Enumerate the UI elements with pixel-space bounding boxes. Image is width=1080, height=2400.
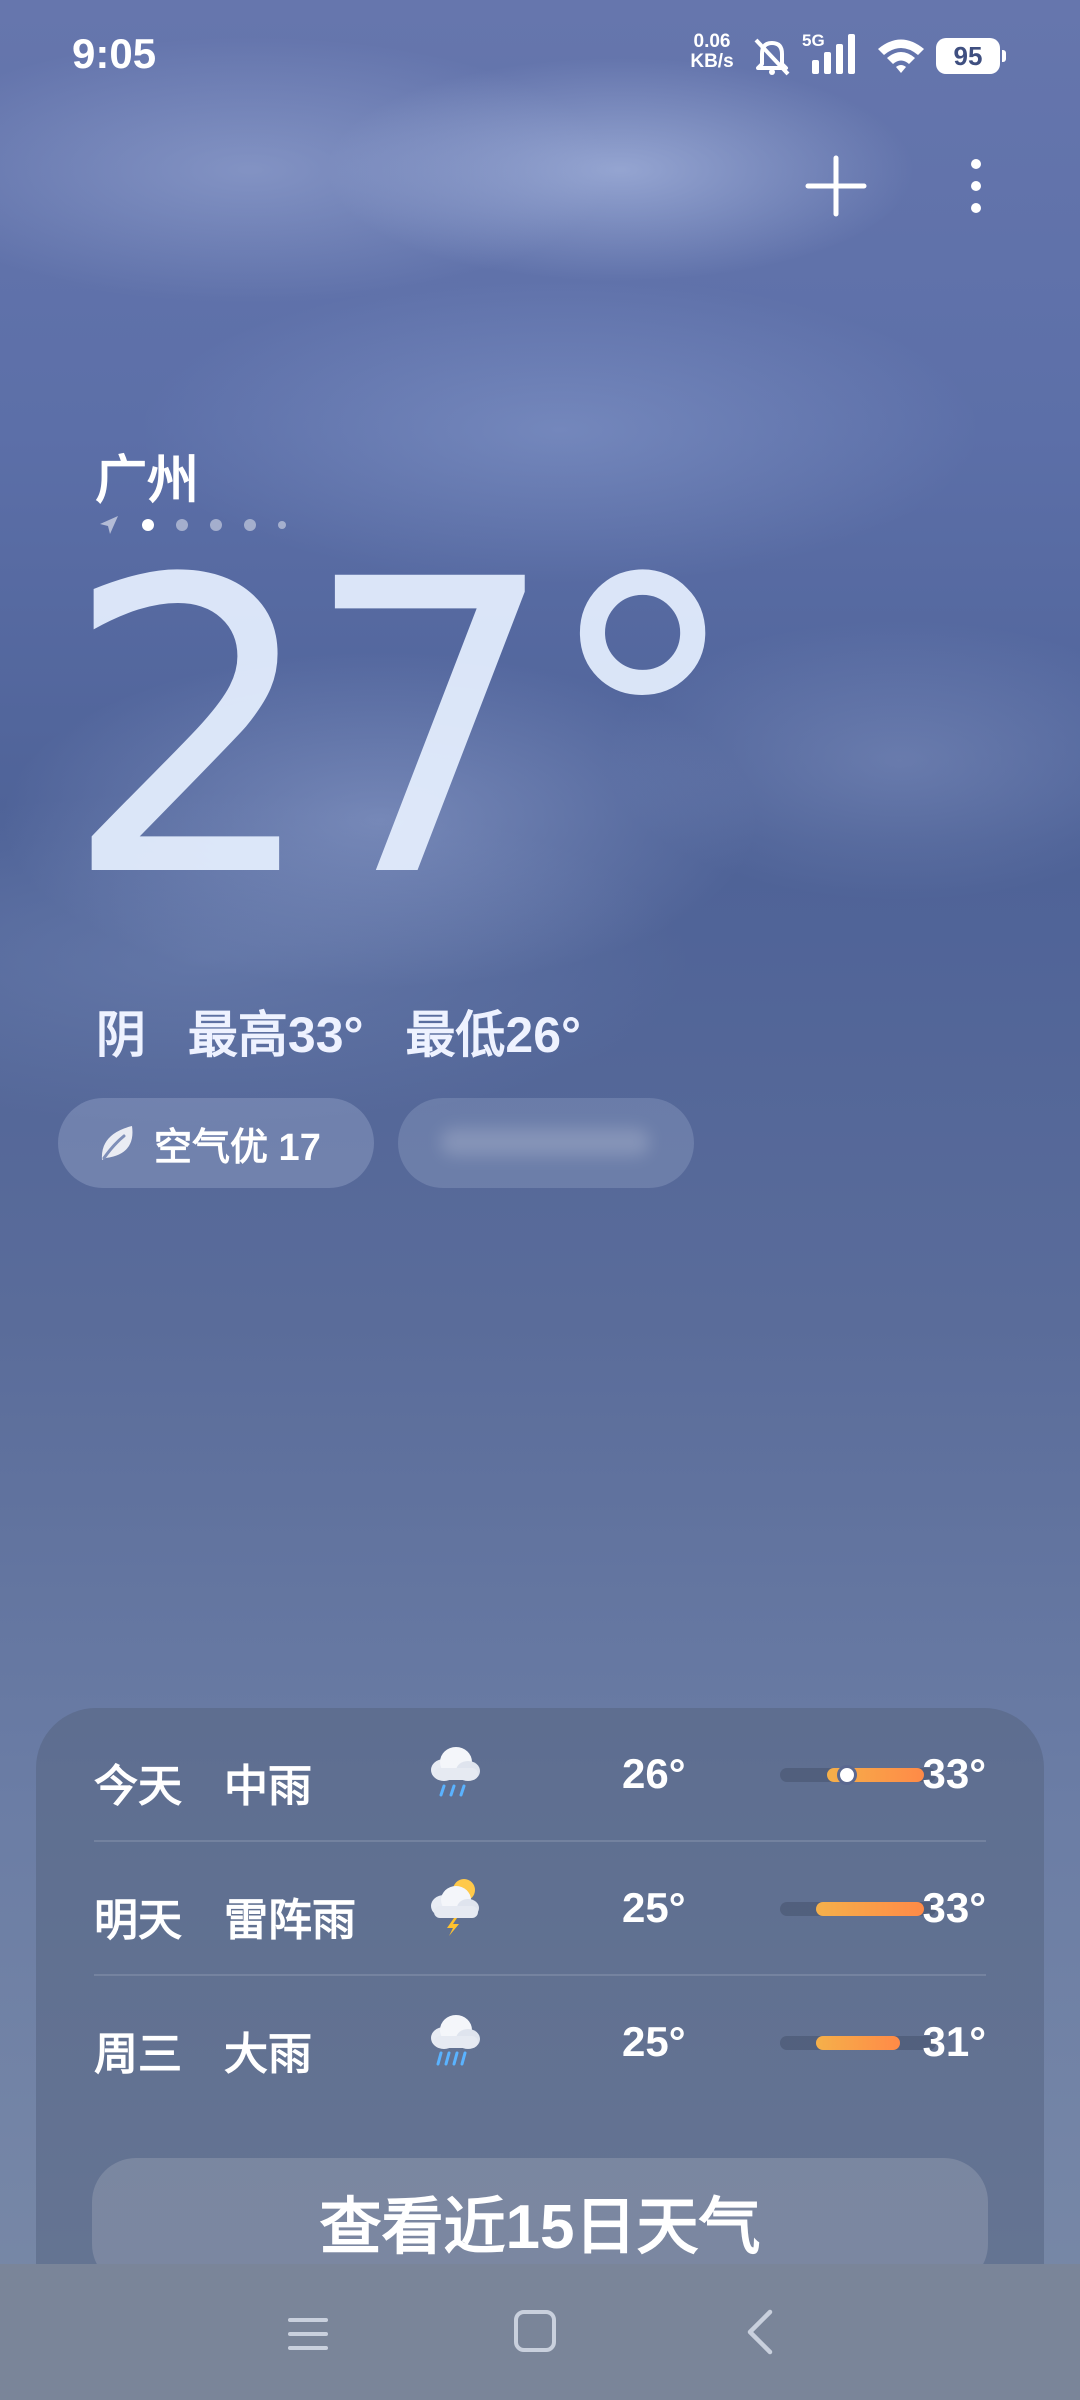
forecast-day: 明天 [94,1896,182,1945]
condition-text: 阴 [96,1007,146,1063]
home-button[interactable] [512,2308,558,2354]
forecast-low: 25° [622,1884,686,1931]
low-temp: 最低26° [405,1007,582,1063]
forecast-desc: 雷阵雨 [224,1896,356,1945]
forecast-row[interactable]: 明天 雷阵雨 25° 33° [94,1842,986,1974]
thunderstorm-icon [431,1879,479,1936]
add-city-button[interactable] [800,150,872,222]
wifi-icon [878,39,924,73]
leaf-icon [101,1126,133,1160]
signal-icon: 5G [802,31,855,74]
network-speed: 0.06 KB/s [690,31,734,72]
forecast-row[interactable]: 周三 大雨 25° 31° [94,1976,986,2108]
forecast-low: 26° [622,1750,686,1797]
forecast-desc: 大雨 [224,2030,312,2079]
rain-cloud-icon [431,1747,480,1797]
forecast-high: 33° [922,1884,986,1931]
current-temp-marker [837,1765,858,1785]
blurred-chip-content [440,1128,650,1156]
current-temperature: 27° [62,494,744,966]
battery-indicator: 95 [936,38,1006,74]
forecast-low: 25° [622,2018,686,2065]
status-time: 9:05 [72,30,157,77]
status-bar: 9:05 0.06 KB/s 5G 95 [0,0,1080,110]
forecast-high: 33° [922,1750,986,1797]
forecast-desc: 中雨 [224,1762,312,1811]
air-quality-chip[interactable]: 空气优 17 [58,1098,374,1188]
more-options-button[interactable] [952,150,1000,222]
forecast-row[interactable]: 今天 中雨 26° 33° [94,1708,986,1840]
condition-summary: 阴 最高33° 最低26° [96,995,609,1067]
back-button[interactable] [740,2306,780,2358]
forecast-day: 今天 [94,1762,182,1811]
mute-bell-icon [754,38,790,76]
high-temp: 最高33° [187,1007,364,1063]
recent-apps-button[interactable] [286,2312,330,2356]
air-quality-text: 空气优 17 [154,1126,321,1169]
heavy-rain-icon [431,2015,480,2066]
temp-range-fill [815,2036,901,2050]
forecast-high: 31° [922,2018,986,2065]
network-type: 5G [802,31,825,50]
forecast-day: 周三 [94,2030,182,2079]
